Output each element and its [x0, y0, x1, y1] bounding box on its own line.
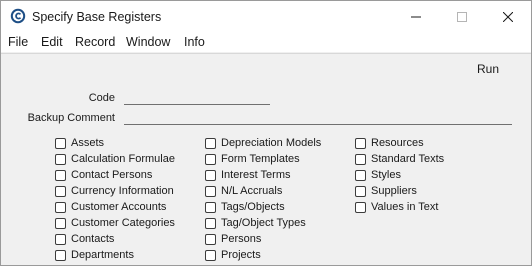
checkbox[interactable] [205, 202, 216, 213]
code-label: Code [88, 92, 115, 104]
button-bar: Run [1, 53, 531, 85]
checkbox-label: Form Templates [221, 153, 300, 165]
checkbox-label: Tags/Objects [221, 201, 285, 213]
backup-comment-field[interactable] [124, 124, 512, 125]
checkbox-label: Interest Terms [221, 169, 291, 181]
close-button[interactable] [485, 1, 531, 33]
checkbox[interactable] [55, 138, 66, 149]
window-title: Specify Base Registers [32, 10, 162, 24]
checkbox[interactable] [205, 250, 216, 261]
checkbox[interactable] [205, 170, 216, 181]
checkbox-label: Contact Persons [71, 169, 153, 181]
checkbox-label: Calculation Formulae [71, 153, 175, 165]
specify-base-registers-window: Specify Base Registers File Edit Record … [0, 0, 532, 266]
checkbox-label: Depreciation Models [221, 137, 322, 149]
checkbox-label: Departments [71, 249, 134, 261]
checkbox[interactable] [355, 170, 366, 181]
run-button[interactable]: Run [477, 62, 499, 76]
checkbox-label: Assets [71, 137, 105, 149]
maximize-button[interactable] [439, 1, 485, 33]
checkbox-label: Tag/Object Types [221, 217, 306, 229]
checkbox-label: Currency Information [71, 185, 174, 197]
checkbox[interactable] [205, 138, 216, 149]
checkbox-label: Persons [221, 233, 262, 245]
checkbox[interactable] [55, 250, 66, 261]
title-bar[interactable]: Specify Base Registers [1, 1, 531, 33]
minimize-icon [411, 16, 421, 18]
code-field[interactable] [124, 104, 270, 105]
checkbox-label: Styles [371, 169, 401, 181]
specification-area: Code Backup Comment Assets Calculation Fo… [1, 84, 531, 265]
checkbox[interactable] [355, 154, 366, 165]
checkbox[interactable] [205, 186, 216, 197]
app-icon [10, 8, 26, 24]
checkbox[interactable] [205, 234, 216, 245]
checkbox-label: Suppliers [371, 185, 417, 197]
checkbox-label: Standard Texts [371, 153, 445, 165]
backup-comment-label: Backup Comment [27, 112, 115, 124]
checkbox[interactable] [355, 202, 366, 213]
checkbox[interactable] [205, 154, 216, 165]
checkbox[interactable] [55, 186, 66, 197]
menu-info[interactable]: Info [184, 35, 205, 49]
checkbox-label: Customer Accounts [71, 201, 167, 213]
checkbox-label: Projects [221, 249, 261, 261]
maximize-icon [457, 12, 467, 22]
checkbox-label: N/L Accruals [221, 185, 283, 197]
checkbox-label: Values in Text [371, 201, 439, 213]
menu-window[interactable]: Window [126, 35, 170, 49]
checkbox[interactable] [355, 186, 366, 197]
menu-edit[interactable]: Edit [41, 35, 63, 49]
menu-bar: File Edit Record Window Info [1, 33, 531, 52]
checkbox[interactable] [355, 138, 366, 149]
checkbox[interactable] [55, 202, 66, 213]
close-icon [503, 12, 513, 22]
checkbox[interactable] [55, 154, 66, 165]
checkbox[interactable] [205, 218, 216, 229]
checkbox-label: Customer Categories [71, 217, 175, 229]
checkbox[interactable] [55, 234, 66, 245]
checkbox-label: Resources [371, 137, 424, 149]
menu-record[interactable]: Record [75, 35, 115, 49]
minimize-button[interactable] [393, 1, 439, 33]
checkbox[interactable] [55, 218, 66, 229]
checkbox[interactable] [55, 170, 66, 181]
menu-file[interactable]: File [8, 35, 28, 49]
checkbox-label: Contacts [71, 233, 115, 245]
